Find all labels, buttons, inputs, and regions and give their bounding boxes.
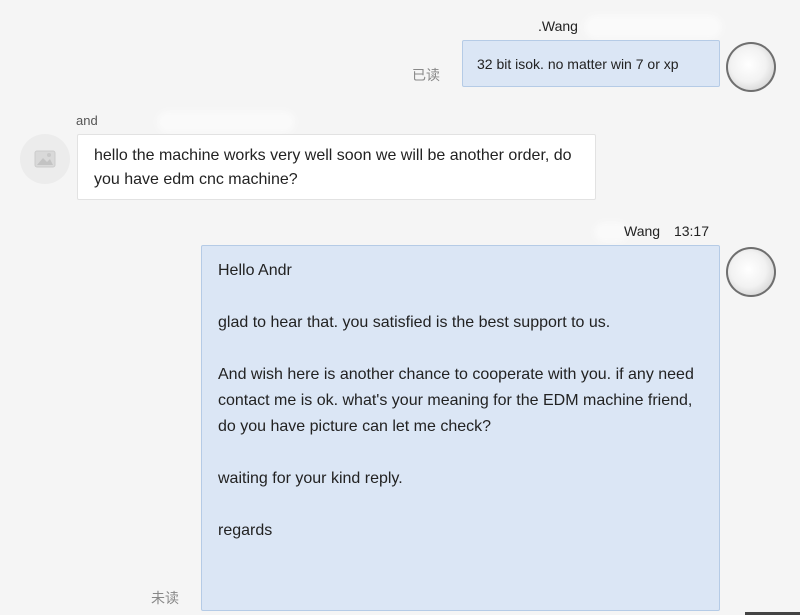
- message-3-time: 13:17: [673, 223, 709, 239]
- message-2-text: hello the machine works very well soon w…: [94, 147, 572, 188]
- my-avatar-icon[interactable]: [726, 247, 776, 297]
- redacted-sender-prefix: [598, 226, 624, 239]
- message-3-paragraph-1: glad to hear that. you satisfied is the …: [218, 314, 611, 331]
- message-1-header: .Wang: [538, 18, 718, 36]
- message-3-greeting: Hello Andr: [218, 262, 292, 279]
- message-1-text: 32 bit isok. no matter win 7 or xp: [477, 55, 679, 72]
- message-3-bubble[interactable]: Hello Andr glad to hear that. you satisf…: [201, 245, 720, 611]
- message-1-bubble[interactable]: 32 bit isok. no matter win 7 or xp: [462, 40, 720, 87]
- message-3-paragraph-4: regards: [218, 522, 273, 539]
- message-2-header: and: [76, 113, 292, 129]
- image-placeholder-icon: [34, 150, 56, 168]
- message-1-sender: Wang: [541, 18, 578, 34]
- redacted-timestamp: [161, 114, 292, 129]
- contact-avatar[interactable]: [20, 134, 70, 184]
- chat-window: .Wang 已读 32 bit isok. no matter win 7 or…: [0, 0, 800, 615]
- message-2-sender: and: [76, 113, 98, 128]
- message-1-read-status: 已读: [412, 68, 440, 84]
- message-3-paragraph-2: And wish here is another chance to coope…: [218, 366, 694, 435]
- my-avatar-icon[interactable]: [726, 42, 776, 92]
- message-3-header: Wang 13:17: [598, 223, 709, 239]
- message-3-read-status: 未读: [151, 591, 179, 607]
- message-2-bubble[interactable]: hello the machine works very well soon w…: [77, 134, 596, 200]
- message-3-sender: Wang: [624, 223, 661, 239]
- message-3-paragraph-3: waiting for your kind reply.: [218, 470, 403, 487]
- redacted-timestamp: [587, 19, 718, 36]
